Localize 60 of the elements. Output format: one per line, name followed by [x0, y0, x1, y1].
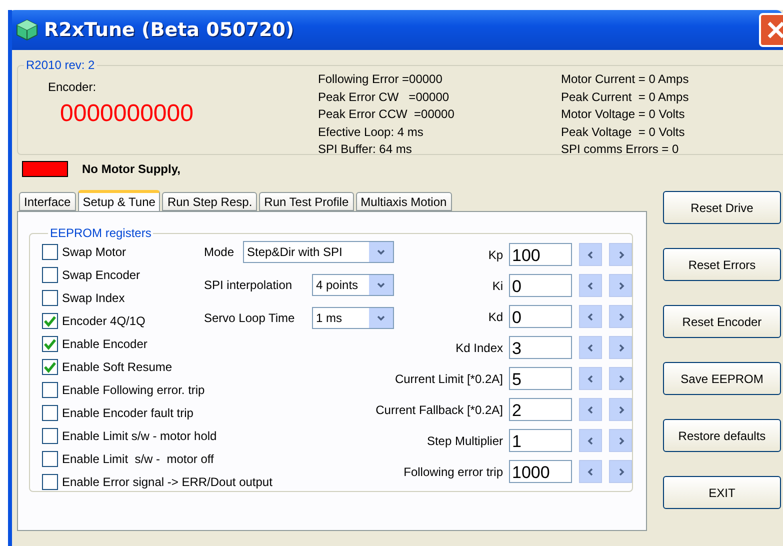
action-button[interactable]: EXIT [663, 476, 781, 509]
spinner-label: Step Multiplier [426, 434, 503, 448]
number-field[interactable]: 2 [509, 398, 572, 421]
number-field[interactable]: 5 [509, 367, 572, 390]
checkbox-label: Enable Limit s/w - motor off [62, 452, 214, 466]
number-field[interactable]: 3 [509, 336, 572, 359]
status-reading: Efective Loop: 4 ms [318, 124, 424, 139]
spinner-label: Kp [488, 248, 503, 262]
dropdown[interactable]: Step&Dir with SPI [243, 241, 394, 263]
status-reading: Peak Error CCW =00000 [318, 107, 456, 122]
group-title: R2010 rev: 2 [25, 58, 96, 72]
action-button[interactable]: Reset Encoder [663, 305, 781, 338]
spinner-label: Ki [492, 278, 503, 292]
number-field[interactable]: 0 [509, 274, 572, 297]
tab[interactable]: Multiaxis Motion [356, 192, 452, 211]
action-button[interactable]: Reset Errors [663, 248, 781, 281]
status-reading: Peak Error CW =00000 [318, 90, 450, 104]
status-reading: Motor Current = 0 Amps [561, 72, 690, 86]
dropdown[interactable]: 1 ms [312, 307, 394, 329]
spinner-label: Current Limit [*0.2A] [394, 372, 503, 386]
supply-status: No Motor Supply, [82, 162, 180, 176]
checkbox-label: Enable Soft Resume [62, 360, 172, 374]
status-reading: Peak Current = 0 Amps [561, 90, 690, 104]
select-label: Servo Loop Time [204, 311, 295, 325]
status-reading: Peak Voltage = 0 Volts [561, 124, 686, 139]
status-reading: SPI comms Errors = 0 [561, 142, 680, 156]
tab[interactable]: Setup & Tune [78, 190, 160, 211]
number-field[interactable]: 1000 [509, 460, 572, 483]
number-field[interactable]: 1 [509, 429, 572, 452]
encoder-label: Encoder: [48, 80, 98, 94]
checkbox-label: Enable Limit s/w - motor hold [62, 429, 217, 443]
spinner-label: Following error trip [404, 464, 503, 478]
action-button[interactable]: Save EEPROM [663, 362, 781, 395]
encoder-value: 0000000000 [60, 100, 194, 128]
number-field[interactable]: 0 [509, 305, 572, 328]
checkbox-label: Enable Encoder [62, 337, 148, 351]
spinner-label: Kd [488, 310, 503, 324]
checkbox-label: Swap Motor [62, 245, 126, 259]
window-title: R2xTune (Beta 050720) [44, 19, 294, 41]
dropdown[interactable]: 4 points [312, 274, 394, 296]
select-label: Mode [204, 245, 234, 259]
checkbox-label: Encoder 4Q/1Q [62, 314, 146, 328]
checkbox-label: Enable Error signal -> ERR/Dout output [62, 475, 272, 489]
tab[interactable]: Run Step Resp. [162, 192, 258, 211]
number-field[interactable]: 100 [509, 243, 572, 266]
tab[interactable]: Run Test Profile [259, 192, 354, 211]
spinner-label: Kd Index [456, 340, 503, 354]
status-reading: SPI Buffer: 64 ms [318, 142, 413, 156]
status-reading: Following Error =00000 [318, 72, 444, 86]
checkbox-label: Enable Encoder fault trip [62, 406, 194, 420]
action-button[interactable]: Reset Drive [663, 191, 781, 224]
action-button[interactable]: Restore defaults [663, 419, 781, 452]
checkbox-label: Swap Encoder [62, 268, 140, 282]
checkbox-label: Enable Following error. trip [62, 383, 205, 397]
tab[interactable]: Interface [19, 192, 76, 211]
spinner-label: Current Fallback [*0.2A] [376, 402, 503, 416]
group-title: EEPROM registers [49, 226, 152, 240]
status-reading: Motor Voltage = 0 Volts [561, 107, 686, 122]
checkbox-label: Swap Index [62, 291, 125, 305]
select-label: SPI interpolation [204, 278, 292, 292]
